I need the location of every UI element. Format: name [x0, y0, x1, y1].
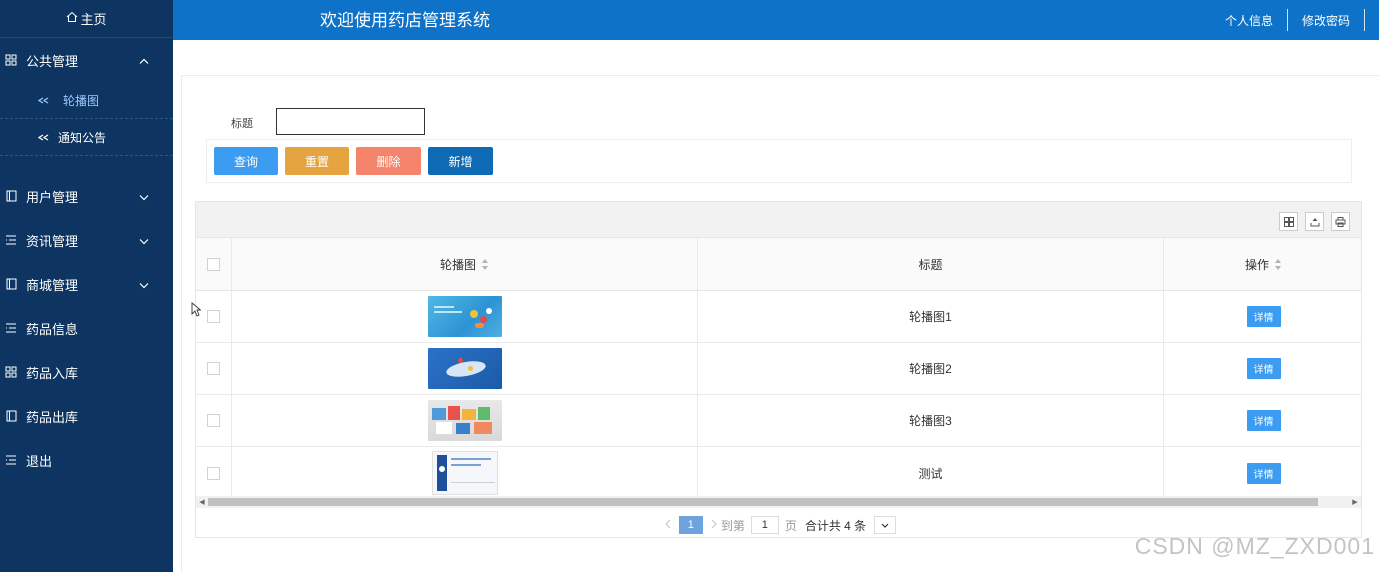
sidebar-subitem-notice[interactable]: 通知公告 — [0, 119, 173, 156]
row-title: 轮播图3 — [909, 414, 952, 428]
carousel-thumbnail — [427, 296, 502, 337]
sidebar-item-news[interactable]: 资讯管理 — [0, 218, 173, 262]
search-label: 标题 — [231, 118, 253, 130]
list-icon — [2, 321, 20, 335]
sort-icon[interactable] — [1275, 258, 1282, 270]
sidebar-item-label: 用户管理 — [26, 189, 79, 205]
book-icon — [2, 409, 20, 423]
row-checkbox[interactable] — [207, 414, 220, 427]
book-icon — [2, 277, 20, 291]
delete-button[interactable]: 删除 — [356, 147, 421, 175]
next-page-icon[interactable] — [711, 518, 717, 532]
grid-icon — [2, 365, 20, 379]
table-row: 轮播图1 详情 — [196, 291, 1361, 343]
column-header-action[interactable]: 操作 — [1164, 238, 1363, 290]
change-password-link[interactable]: 修改密码 — [1288, 12, 1364, 29]
sidebar-item-label: 资讯管理 — [26, 233, 79, 249]
row-title: 测试 — [918, 466, 943, 481]
row-title: 轮播图1 — [909, 310, 952, 324]
double-arrow-left-icon — [38, 96, 49, 104]
sidebar-item-label: 商城管理 — [26, 277, 79, 293]
horizontal-scrollbar[interactable]: ◀ ▶ — [196, 496, 1361, 508]
page-title: 欢迎使用药店管理系统 — [320, 11, 490, 30]
sidebar-item-label: 公共管理 — [26, 53, 79, 69]
table-toolbar — [196, 202, 1361, 238]
sidebar-subitem-label: 轮播图 — [63, 93, 100, 108]
carousel-thumbnail — [427, 348, 502, 389]
column-header-image[interactable]: 轮播图 — [232, 238, 698, 290]
sidebar: 主页 公共管理 轮播图 通知公告 用户管理 资讯管理 商城管理 药品信息 药品入… — [0, 0, 173, 572]
header-divider — [1286, 9, 1288, 31]
table-row: 轮播图3 详情 — [196, 395, 1361, 447]
reset-button[interactable]: 重置 — [285, 147, 349, 175]
top-header: 欢迎使用药店管理系统 个人信息 修改密码 — [173, 0, 1379, 40]
page-label: 页 — [784, 518, 797, 533]
sidebar-item-drug-in[interactable]: 药品入库 — [0, 350, 173, 394]
prev-page-icon[interactable] — [664, 518, 671, 532]
watermark: CSDN @MZ_ZXD001 — [1134, 533, 1375, 559]
scrollbar-thumb[interactable] — [208, 498, 1318, 506]
row-checkbox[interactable] — [207, 362, 220, 375]
total-count: 合计共 4 条 — [804, 518, 867, 533]
sidebar-item-label: 药品入库 — [26, 365, 79, 381]
sidebar-item-label: 药品出库 — [26, 409, 79, 425]
sidebar-item-mall[interactable]: 商城管理 — [0, 262, 173, 306]
header-divider — [1364, 9, 1365, 31]
list-icon — [2, 233, 20, 247]
detail-button[interactable]: 详情 — [1246, 462, 1281, 484]
scroll-left-icon[interactable]: ◀ — [196, 496, 208, 508]
table-row: 测试 详情 — [196, 447, 1361, 499]
sidebar-item-public[interactable]: 公共管理 — [0, 38, 173, 82]
carousel-thumbnail — [427, 400, 502, 441]
profile-link[interactable]: 个人信息 — [1211, 12, 1287, 29]
mouse-cursor-icon — [191, 302, 202, 320]
column-header-title: 标题 — [698, 238, 1164, 290]
table-header: 轮播图 标题 操作 — [196, 238, 1361, 291]
sidebar-item-label: 退出 — [26, 453, 53, 469]
sidebar-item-drug-info[interactable]: 药品信息 — [0, 306, 173, 350]
double-arrow-left-icon — [38, 133, 49, 141]
scroll-right-icon[interactable]: ▶ — [1349, 496, 1361, 508]
print-icon[interactable] — [1331, 212, 1350, 231]
detail-button[interactable]: 详情 — [1246, 410, 1281, 431]
page-size-select[interactable] — [874, 516, 897, 534]
chevron-down-icon — [139, 189, 149, 204]
sidebar-item-drug-out[interactable]: 药品出库 — [0, 394, 173, 438]
column-header-label: 标题 — [918, 257, 943, 272]
row-checkbox[interactable] — [207, 310, 220, 323]
chevron-down-icon — [139, 233, 149, 248]
sidebar-subitem-carousel[interactable]: 轮播图 — [0, 82, 173, 119]
add-button[interactable]: 新增 — [428, 147, 493, 175]
sidebar-home[interactable]: 主页 — [0, 0, 173, 38]
columns-filter-icon[interactable] — [1279, 212, 1298, 231]
chevron-down-icon — [139, 277, 149, 292]
row-title: 轮播图2 — [909, 362, 952, 376]
row-checkbox[interactable] — [207, 466, 220, 480]
list-icon — [2, 453, 20, 467]
detail-button[interactable]: 详情 — [1246, 358, 1281, 379]
current-page[interactable]: 1 — [678, 516, 703, 534]
page-number-input[interactable]: 1 — [750, 516, 779, 534]
title-search-input[interactable] — [276, 108, 425, 135]
book-icon — [2, 189, 20, 203]
query-button[interactable]: 查询 — [214, 147, 278, 175]
sort-icon[interactable] — [482, 258, 489, 270]
sidebar-subitem-label: 通知公告 — [58, 130, 107, 145]
column-header-label: 操作 — [1244, 257, 1269, 272]
detail-button[interactable]: 详情 — [1246, 306, 1281, 327]
carousel-thumbnail — [431, 451, 498, 495]
export-icon[interactable] — [1305, 212, 1324, 231]
sidebar-item-logout[interactable]: 退出 — [0, 438, 173, 482]
sidebar-item-label: 药品信息 — [26, 321, 79, 337]
goto-label: 到第 — [720, 518, 745, 533]
sidebar-home-label: 主页 — [80, 12, 107, 27]
data-table: 轮播图 标题 操作 轮播图1 详情 轮播图2 详情 轮播图3 详情 测试 详情 … — [195, 201, 1362, 538]
chevron-up-icon — [139, 53, 149, 68]
table-row: 轮播图2 详情 — [196, 343, 1361, 395]
select-all-checkbox[interactable] — [207, 257, 220, 271]
grid-icon — [2, 53, 20, 67]
column-header-label: 轮播图 — [439, 257, 476, 272]
sidebar-item-users[interactable]: 用户管理 — [0, 174, 173, 218]
home-icon — [66, 11, 78, 26]
